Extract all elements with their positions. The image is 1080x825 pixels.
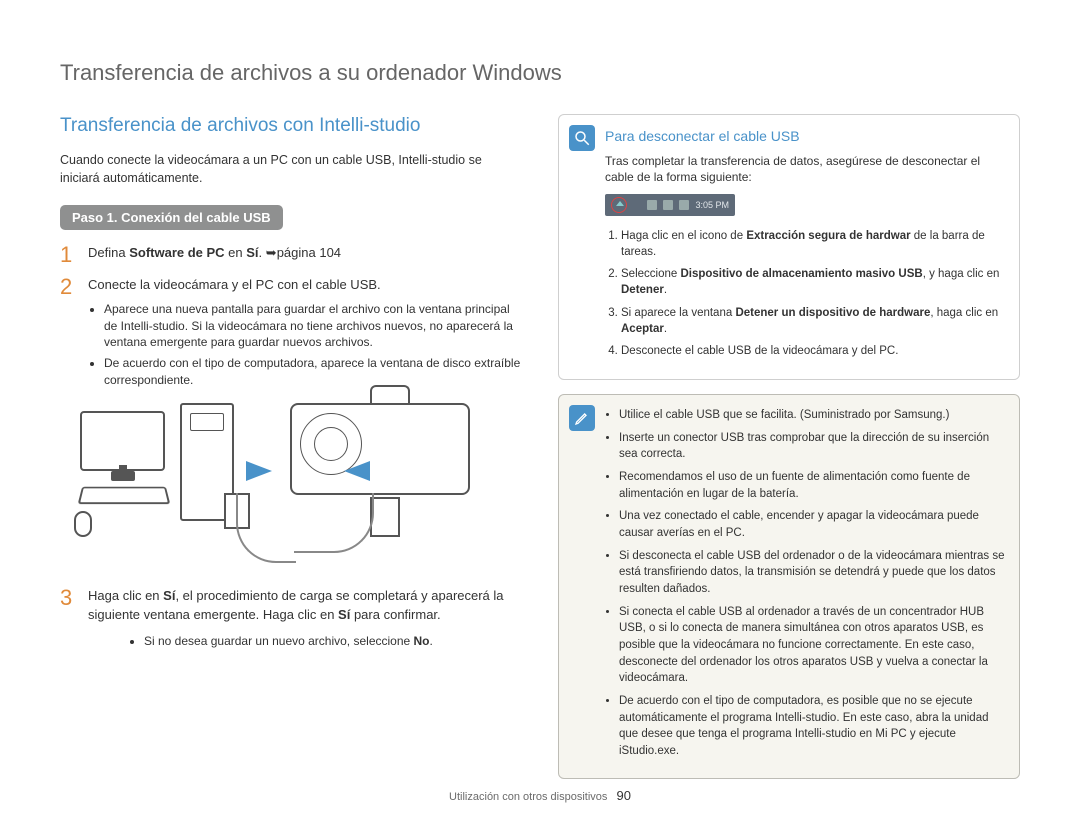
bold: Aceptar [621,323,664,335]
intro-paragraph: Cuando conecte la videocámara a un PC co… [60,151,522,187]
note-item: Si desconecta el cable USB del ordenador… [619,548,1005,598]
note-item: Una vez conectado el cable, encender y a… [619,508,1005,541]
tray-icon [647,200,657,210]
usb-cable-icon [294,493,374,553]
left-column: Transferencia de archivos con Intelli-st… [60,114,522,779]
note-item: Recomendamos el uso de un fuente de alim… [619,469,1005,502]
bold: Software de PC [129,245,224,260]
usb-cable-icon [236,493,296,563]
step-heading-pill: Paso 1. Conexión del cable USB [60,205,283,230]
text: Seleccione [621,268,680,280]
list-item: Desconecte el cable USB de la videocámar… [621,343,1005,359]
arrow-left-icon [246,461,272,481]
bold: Sí [163,588,175,603]
manual-page: Transferencia de archivos a su ordenador… [0,0,1080,825]
step-3-sub: Si no desea guardar un nuevo archivo, se… [88,634,522,648]
pencil-note-icon [569,405,595,431]
usb-port-icon [370,497,400,537]
list-item: Haga clic en el icono de Extracción segu… [621,228,1005,260]
keyboard-icon [78,487,171,504]
two-column-layout: Transferencia de archivos con Intelli-st… [60,114,1020,779]
text: . [259,245,266,260]
text: . [664,323,667,335]
step-body: Haga clic en Sí, el procedimiento de car… [88,587,522,625]
text: Si aparece la ventana [621,307,735,319]
notes-box: Utilice el cable USB que se facilita. (S… [558,394,1020,779]
text: . [664,284,667,296]
step-number: 3 [60,587,78,609]
text: Haga clic en el icono de [621,230,746,242]
bold: Detener [621,284,664,296]
step-2: 2 Conecte la videocámara y el PC con el … [60,276,522,393]
disconnect-title: Para desconectar el cable USB [605,127,1005,147]
monitor-icon [80,411,165,471]
text: en [225,245,247,260]
list-item: Si aparece la ventana Detener un disposi… [621,305,1005,337]
disconnect-info-block: Para desconectar el cable USB Tras compl… [558,114,1020,380]
step-body: Defina Software de PC en Sí. ➥página 104 [88,244,522,263]
page-title: Transferencia de archivos a su ordenador… [60,60,1020,86]
bullet: Aparece una nueva pantalla para guardar … [104,301,522,351]
usb-connection-diagram [80,403,480,573]
tray-icon [679,200,689,210]
text: Desconecte el cable USB de la videocámar… [621,345,898,357]
step-3: 3 Haga clic en Sí, el procedimiento de c… [60,587,522,625]
bold: Extracción segura de hardwar [746,230,910,242]
step-text: Conecte la videocámara y el PC con el ca… [88,277,381,292]
text: , y haga clic en [923,268,1000,280]
bold: Dispositivo de almacenamiento masivo USB [680,268,922,280]
right-column: Para desconectar el cable USB Tras compl… [558,114,1020,779]
page-footer: Utilización con otros dispositivos 90 [0,788,1080,803]
text: . [430,634,433,648]
bullet: De acuerdo con el tipo de computadora, a… [104,355,522,389]
text: para confirmar. [350,607,440,622]
bullet: Si no desea guardar un nuevo archivo, se… [144,634,522,648]
bold: Sí [338,607,350,622]
section-title: Transferencia de archivos con Intelli-st… [60,114,522,139]
mouse-icon [74,511,92,537]
tray-icon [663,200,673,210]
step-number: 2 [60,276,78,298]
note-item: Inserte un conector USB tras comprobar q… [619,430,1005,463]
step-1: 1 Defina Software de PC en Sí. ➥página 1… [60,244,522,266]
disconnect-intro: Tras completar la transferencia de datos… [605,153,1005,187]
taskbar-time: 3:05 PM [695,199,729,212]
safe-remove-icon [611,197,627,213]
note-item: Si conecta el cable USB al ordenador a t… [619,604,1005,687]
taskbar-illustration: 3:05 PM [605,194,735,216]
list-item: Seleccione Dispositivo de almacenamiento… [621,266,1005,298]
bold: Sí [246,245,258,260]
page-number: 90 [616,788,630,803]
note-item: De acuerdo con el tipo de computadora, e… [619,693,1005,760]
text: Defina [88,245,129,260]
step-number: 1 [60,244,78,266]
bold: No [414,634,430,648]
bold: Detener un dispositivo de hardware [735,307,930,319]
text: Haga clic en [88,588,163,603]
step-body: Conecte la videocámara y el PC con el ca… [88,276,522,393]
note-item: Utilice el cable USB que se facilita. (S… [619,407,1005,424]
page-ref-arrow: ➥ [266,245,277,260]
text: , haga clic en [930,307,998,319]
disconnect-steps: Haga clic en el icono de Extracción segu… [605,228,1005,359]
camcorder-icon [290,403,470,495]
page-ref: página 104 [277,245,341,260]
footer-text: Utilización con otros dispositivos [449,791,607,803]
text: Si no desea guardar un nuevo archivo, se… [144,634,414,648]
magnifier-icon [569,125,595,151]
camcorder-handle-icon [370,385,410,403]
arrow-right-icon [344,461,370,481]
